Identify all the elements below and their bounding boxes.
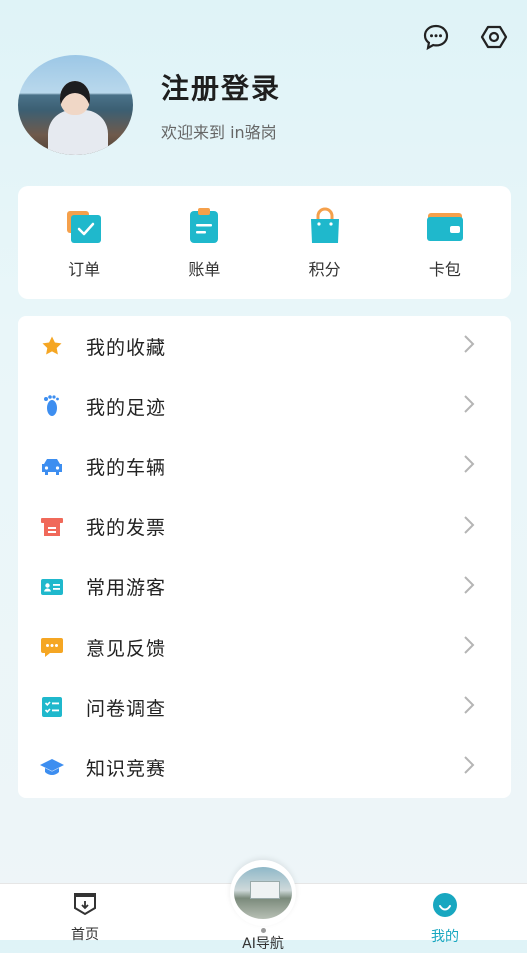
menu-list: 我的收藏 我的足迹 我的车辆 我的发票 常用游客 意见反馈 问卷调查 知识竞赛 <box>18 316 511 798</box>
menu-item-survey[interactable]: 问卷调查 <box>18 677 511 737</box>
menu-item-vehicles[interactable]: 我的车辆 <box>18 436 511 496</box>
feedback-icon <box>39 634 65 660</box>
menu-label-footprints: 我的足迹 <box>86 396 167 419</box>
tab-label-ai: AI导航 <box>242 936 284 952</box>
chevron-right-icon <box>463 635 475 659</box>
menu-label-feedback: 意见反馈 <box>86 637 167 660</box>
avatar[interactable] <box>18 55 133 155</box>
footprint-icon <box>39 393 65 419</box>
graduation-cap-icon <box>39 754 65 780</box>
avatar-person-body <box>48 110 108 155</box>
settings-icon[interactable] <box>479 22 509 52</box>
bill-icon <box>184 206 224 246</box>
top-icons <box>421 22 509 52</box>
tab-me[interactable]: 我的 <box>405 884 485 946</box>
quick-item-bill[interactable]: 账单 <box>154 206 254 280</box>
car-icon <box>39 453 65 479</box>
quick-actions-card: 订单 账单 积分 卡包 <box>18 186 511 299</box>
quick-item-points[interactable]: 积分 <box>275 206 375 280</box>
points-bag-icon <box>305 206 345 246</box>
chevron-right-icon <box>463 755 475 779</box>
chevron-right-icon <box>463 695 475 719</box>
tab-label-home: 首页 <box>71 927 99 943</box>
ai-image-building <box>250 881 280 899</box>
menu-label-favorites: 我的收藏 <box>86 336 167 359</box>
chevron-right-icon <box>463 575 475 599</box>
chevron-right-icon <box>463 454 475 478</box>
ai-navigation-image <box>234 867 292 919</box>
menu-label-survey: 问卷调查 <box>86 697 167 720</box>
id-card-icon <box>39 574 65 600</box>
invoice-icon <box>39 514 65 540</box>
quick-item-wallet[interactable]: 卡包 <box>395 206 495 280</box>
quick-label-bill: 账单 <box>188 259 221 279</box>
menu-item-feedback[interactable]: 意见反馈 <box>18 617 511 677</box>
menu-label-frequent-visitors: 常用游客 <box>86 577 167 600</box>
tab-ai-navigation[interactable]: AI导航 <box>223 860 303 953</box>
tab-label-me: 我的 <box>431 929 459 945</box>
welcome-text: 欢迎来到 in骆岗 <box>161 123 277 142</box>
quick-label-points: 积分 <box>308 259 341 279</box>
menu-item-quiz[interactable]: 知识竞赛 <box>18 737 511 797</box>
menu-label-vehicles: 我的车辆 <box>86 456 167 479</box>
profile-header[interactable]: 注册登录 欢迎来到 in骆岗 <box>18 55 281 155</box>
profile-text: 注册登录 欢迎来到 in骆岗 <box>161 67 281 143</box>
menu-label-invoices: 我的发票 <box>86 517 167 540</box>
survey-icon <box>39 694 65 720</box>
chevron-right-icon <box>463 334 475 358</box>
avatar-person-head <box>60 81 90 115</box>
menu-item-favorites[interactable]: 我的收藏 <box>18 316 511 376</box>
quick-label-wallet: 卡包 <box>428 259 461 279</box>
login-register-link[interactable]: 注册登录 <box>161 67 281 107</box>
smile-icon <box>432 892 458 922</box>
menu-item-frequent-visitors[interactable]: 常用游客 <box>18 557 511 617</box>
quick-item-order[interactable]: 订单 <box>34 206 134 280</box>
chevron-right-icon <box>463 394 475 418</box>
home-icon <box>72 892 98 920</box>
order-icon <box>64 206 104 246</box>
quick-label-order: 订单 <box>68 259 101 279</box>
message-icon[interactable] <box>421 22 451 52</box>
menu-item-footprints[interactable]: 我的足迹 <box>18 376 511 436</box>
bottom-tab-bar: 首页 AI导航 我的 <box>0 860 527 952</box>
menu-label-quiz: 知识竞赛 <box>86 757 167 780</box>
tab-home[interactable]: 首页 <box>45 884 125 944</box>
wallet-icon <box>425 206 465 246</box>
star-icon <box>39 333 65 359</box>
chevron-right-icon <box>463 515 475 539</box>
menu-item-invoices[interactable]: 我的发票 <box>18 497 511 557</box>
ai-navigation-button[interactable] <box>230 860 296 926</box>
